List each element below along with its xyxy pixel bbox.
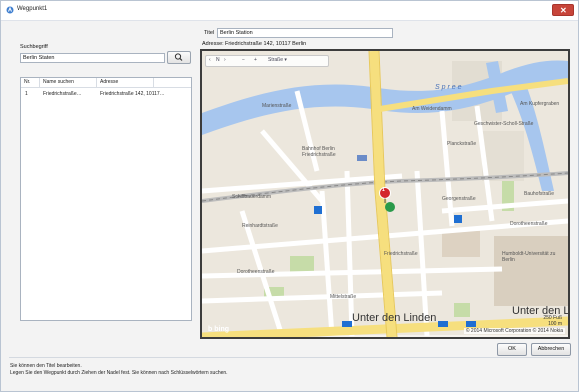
column-divider <box>39 78 40 88</box>
window-title: Wegpunkt1 <box>17 6 48 12</box>
map-label-am-kupfergraben: Am Kupfergraben <box>520 101 560 107</box>
bing-logo: b bing <box>208 326 229 333</box>
app-icon <box>6 6 14 14</box>
column-header-address[interactable]: Adresse <box>100 79 118 85</box>
map-label-schiffbauerdamm: Schiffbauerdamm <box>232 194 272 200</box>
column-divider <box>96 78 97 88</box>
pin-number: 1 <box>382 187 385 193</box>
search-input[interactable]: Berlin Staten <box>20 53 165 63</box>
map-label-spree: S p r e e <box>435 84 462 91</box>
map-label-dorotheenstrasse-2: Dorotheenstraße <box>510 221 548 227</box>
row-name: Friedrichstraße… <box>43 91 82 97</box>
title-input[interactable]: Berlin Station <box>217 28 393 38</box>
map-mode-dropdown[interactable]: Straße ▾ <box>268 57 287 63</box>
footer-hint-line-1: Sie können den Titel bearbeiten. <box>10 363 82 369</box>
map-pin-icon[interactable] <box>379 187 391 203</box>
footer-divider <box>9 357 570 358</box>
map-label-friedrichstrasse: Friedrichstraße <box>384 251 418 257</box>
title-label: Titel <box>204 30 215 36</box>
address-value: Friedrichstraße 142, 10117 Berlin <box>225 41 307 47</box>
column-divider <box>153 78 154 88</box>
map-label-geschwister-scholl: Geschwister-Scholl-Straße <box>474 121 534 127</box>
map-label-planckstrasse: Planckstraße <box>447 141 477 147</box>
address-label: Adresse: <box>202 41 224 47</box>
map-scale-meters: 100 m <box>548 321 562 327</box>
table-header: Nr. Name suchen Adresse <box>21 78 191 88</box>
map-label-reinhardtstrasse: Reinhardtstraße <box>242 223 278 229</box>
search-button[interactable] <box>167 51 191 64</box>
results-table: Nr. Name suchen Adresse 1 Friedrichstraß… <box>20 77 192 321</box>
dialog-window: Wegpunkt1 ✕ Titel Berlin Station Adresse… <box>0 0 579 392</box>
map-label-weidendamm: Am Weidendamm <box>412 106 452 112</box>
compass-north-icon[interactable]: N <box>216 57 220 63</box>
row-nr: 1 <box>25 91 28 97</box>
close-icon: ✕ <box>560 6 567 15</box>
title-bar[interactable]: Wegpunkt1 ✕ <box>1 1 578 21</box>
column-header-name[interactable]: Name suchen <box>43 79 74 85</box>
map-label-bahnhof: Bahnhof Berlin Friedrichstraße <box>302 146 336 158</box>
map-label-georgenstrasse: Georgenstraße <box>442 196 476 202</box>
table-row[interactable]: 1 Friedrichstraße… Friedrichstraße 142, … <box>21 90 191 99</box>
map-label-marienstrasse: Marienstraße <box>262 103 292 109</box>
footer-hint-line-2: Legen Sie den Wegpunkt durch Ziehen der … <box>10 370 228 376</box>
map-label-bauhofstrasse: Bauhofstraße <box>524 191 555 197</box>
map-copyright: © 2014 Microsoft Corporation © 2014 Noki… <box>463 328 565 334</box>
cancel-button[interactable]: Abbrechen <box>531 343 571 356</box>
map-navigation-bar: ‹ N › − + Straße ▾ <box>205 55 329 67</box>
pan-right-icon[interactable]: › <box>224 57 226 63</box>
zoom-in-button[interactable]: + <box>254 57 257 63</box>
magnifier-icon <box>174 53 183 61</box>
column-header-nr[interactable]: Nr. <box>24 79 30 85</box>
row-address: Friedrichstraße 142, 10117… <box>100 91 165 97</box>
map-label-mittelstrasse: Mittelstraße <box>330 294 357 300</box>
map-view[interactable]: 1 S p r e e Am Weidendamm Schiffbauerdam… <box>200 49 570 339</box>
map-label-humboldt: Humboldt-Universität zu Berlin <box>502 251 556 263</box>
pan-left-icon[interactable]: ‹ <box>209 57 211 63</box>
ok-button[interactable]: OK <box>497 343 527 356</box>
close-button[interactable]: ✕ <box>552 4 574 16</box>
map-label-dorotheenstrasse: Dorotheenstraße <box>237 269 275 275</box>
search-label: Suchbegriff <box>20 44 48 50</box>
zoom-out-button[interactable]: − <box>242 57 245 63</box>
map-label-unter-den-linden: Unter den Linden <box>352 312 437 324</box>
